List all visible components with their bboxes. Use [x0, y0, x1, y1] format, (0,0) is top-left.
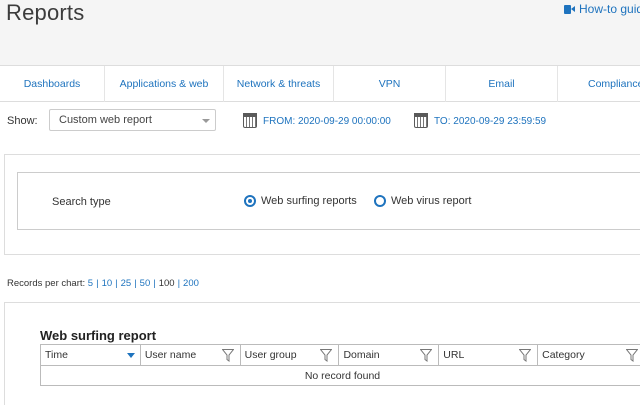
how-to-guide-link[interactable]: How-to guid [564, 2, 640, 16]
calendar-icon [243, 113, 257, 128]
filter-icon[interactable] [221, 349, 234, 362]
from-date-picker[interactable]: FROM: 2020-09-29 00:00:00 [243, 113, 391, 128]
filter-bar: Show: Custom web report FROM: 2020-09-29… [0, 108, 640, 136]
from-date-label: FROM: 2020-09-29 00:00:00 [263, 115, 391, 127]
report-type-select[interactable]: Custom web report [49, 109, 216, 131]
records-option-5[interactable]: 5 [88, 278, 93, 289]
column-header-url[interactable]: URL [438, 344, 539, 366]
column-label: User group [244, 349, 297, 361]
report-type-value: Custom web report [59, 114, 152, 126]
column-label: Category [542, 349, 585, 361]
empty-table-message: No record found [40, 365, 640, 386]
column-header-user-group[interactable]: User group [239, 344, 340, 366]
filter-icon[interactable] [420, 349, 433, 362]
column-label: User name [144, 349, 197, 361]
column-label: Domain [343, 349, 380, 361]
show-label: Show: [7, 115, 38, 127]
column-header-domain[interactable]: Domain [338, 344, 440, 366]
column-label: Time [45, 349, 68, 361]
filter-icon[interactable] [320, 349, 333, 362]
radio-unchecked-icon[interactable] [374, 195, 386, 207]
records-option-200[interactable]: 200 [183, 278, 199, 289]
column-header-user-name[interactable]: User name [139, 344, 241, 366]
column-header-time[interactable]: Time [40, 344, 141, 366]
to-date-picker[interactable]: TO: 2020-09-29 23:59:59 [414, 113, 547, 128]
table-header-row: Time User name User group Domain URL Cat… [40, 344, 640, 366]
to-date-label: TO: 2020-09-29 23:59:59 [434, 115, 547, 127]
search-type-label: Search type [52, 196, 111, 208]
report-title: Web surfing report [40, 328, 157, 343]
records-per-chart: Records per chart: 5 | 10 | 25 | 50 | 100 | 200 [7, 278, 199, 289]
column-label: URL [443, 349, 465, 361]
tab-network-threats[interactable]: Network & threats [224, 66, 334, 102]
records-option-25[interactable]: 25 [121, 278, 132, 289]
records-option-10[interactable]: 10 [102, 278, 113, 289]
tab-email[interactable]: Email [446, 66, 558, 102]
radio-web-virus-label: Web virus report [391, 195, 472, 207]
chevron-down-icon [202, 119, 210, 123]
tab-dashboards[interactable]: Dashboards [0, 66, 105, 102]
records-option-50[interactable]: 50 [140, 278, 151, 289]
calendar-icon [414, 113, 428, 128]
filter-icon[interactable] [519, 349, 532, 362]
records-option-100[interactable]: 100 [159, 278, 175, 289]
report-tabs: Dashboards Applications & web Network & … [0, 66, 640, 102]
tab-applications-web[interactable]: Applications & web [105, 66, 224, 102]
report-table: Time User name User group Domain URL Cat… [40, 344, 640, 386]
radio-web-virus[interactable]: Web virus report [374, 195, 472, 207]
records-label: Records per chart: [7, 278, 86, 289]
page-title: Reports [6, 0, 85, 25]
how-to-guide-label: How-to guid [579, 2, 640, 16]
radio-web-surfing-label: Web surfing reports [261, 195, 357, 207]
filter-icon[interactable] [626, 349, 638, 362]
video-icon [564, 4, 575, 14]
sort-down-icon[interactable] [126, 353, 135, 358]
tab-compliance[interactable]: Compliance [558, 66, 640, 102]
tab-vpn[interactable]: VPN [334, 66, 446, 102]
radio-checked-icon[interactable] [244, 195, 256, 207]
column-header-category[interactable]: Category [537, 344, 640, 366]
table-row: No record found [40, 365, 640, 386]
page-header: Reports How-to guid [0, 0, 640, 66]
radio-web-surfing[interactable]: Web surfing reports [244, 195, 357, 207]
